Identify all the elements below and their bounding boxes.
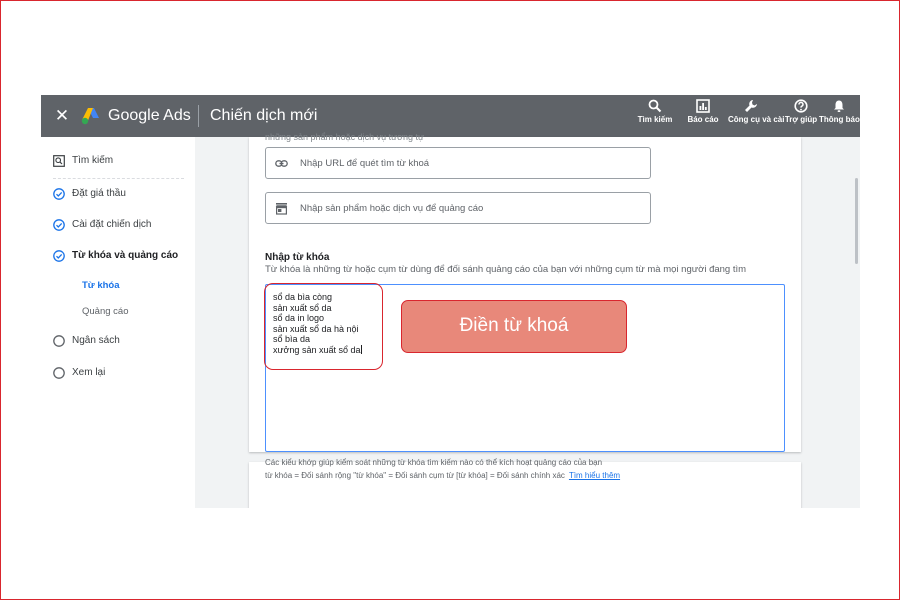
sidebar-subitem-keywords[interactable]: Từ khóa	[82, 279, 120, 293]
annotation-callout: Điền từ khoá	[401, 300, 627, 353]
help-icon	[794, 99, 808, 113]
sidebar-item-budget[interactable]: Ngân sách	[53, 333, 188, 349]
url-input[interactable]: Nhập URL để quét tìm từ khoá	[265, 147, 651, 179]
tool-tools-label: Công cụ và cài	[728, 115, 785, 124]
sidebar: Tìm kiếm Đặt giá thầu Cài đặt chiến dịch…	[41, 137, 195, 508]
empty-circle-icon	[53, 367, 65, 379]
bell-icon	[834, 100, 844, 112]
tool-help[interactable]: Trợ giúp	[778, 99, 824, 124]
top-bar: ✕ Google Ads Chiến dịch mới Tìm kiếm Báo…	[41, 95, 860, 137]
check-circle-icon	[53, 250, 65, 262]
search-icon	[648, 99, 662, 113]
check-circle-icon	[53, 188, 65, 200]
sidebar-item-keywords-and-ads[interactable]: Từ khóa và quảng cáo	[53, 248, 188, 264]
topbar-divider	[198, 105, 199, 127]
match-type-legend-text: từ khóa = Đối sánh rộng "từ khóa" = Đối …	[265, 471, 565, 480]
tool-search[interactable]: Tìm kiếm	[632, 99, 678, 124]
sidebar-item-bidding[interactable]: Đặt giá thầu	[53, 186, 188, 202]
sidebar-item-label: Tìm kiếm	[72, 155, 114, 166]
empty-circle-icon	[53, 335, 65, 347]
tool-search-label: Tìm kiếm	[637, 115, 673, 124]
sidebar-item-campaign-settings[interactable]: Cài đặt chiến dịch	[53, 217, 188, 233]
tool-notifications-label: Thông báo	[819, 115, 860, 124]
scrollbar[interactable]	[855, 178, 858, 264]
google-ads-logo	[81, 108, 99, 125]
sidebar-item-review[interactable]: Xem lại	[53, 365, 188, 381]
tool-reports[interactable]: Báo cáo	[680, 99, 726, 124]
report-icon	[696, 99, 710, 113]
keywords-highlight-box	[264, 283, 383, 370]
sidebar-item-label: Cài đặt chiến dịch	[72, 219, 152, 230]
tool-tools-settings[interactable]: Công cụ và cài	[728, 99, 785, 124]
sidebar-divider	[53, 178, 184, 179]
tool-reports-label: Báo cáo	[687, 115, 719, 124]
product-input[interactable]: Nhập sản phẩm hoặc dịch vụ để quảng cáo	[265, 192, 651, 224]
next-section-card	[249, 462, 801, 508]
tool-notifications[interactable]: Thông báo	[819, 99, 860, 124]
page-title: Chiến dịch mới	[210, 107, 318, 124]
match-type-help: Các kiểu khớp giúp kiểm soát những từ kh…	[265, 458, 603, 467]
close-icon[interactable]: ✕	[53, 106, 71, 126]
tool-help-label: Trợ giúp	[784, 115, 818, 124]
truncated-description: những sản phẩm hoặc dịch vụ tương tự	[265, 132, 425, 142]
store-icon	[275, 203, 288, 215]
sidebar-item-label: Từ khóa và quảng cáo	[72, 250, 179, 261]
sidebar-item-label: Ngân sách	[72, 335, 120, 346]
link-icon	[275, 160, 288, 167]
check-circle-icon	[53, 219, 65, 231]
product-input-placeholder: Nhập sản phẩm hoặc dịch vụ để quảng cáo	[300, 203, 484, 214]
url-input-placeholder: Nhập URL để quét tìm từ khoá	[300, 158, 430, 169]
keywords-section-description: Từ khóa là những từ hoặc cụm từ dùng để …	[265, 264, 747, 275]
sidebar-item-search[interactable]: Tìm kiếm	[53, 153, 188, 169]
sidebar-subitem-ads[interactable]: Quảng cáo	[82, 305, 128, 319]
keywords-section-title: Nhập từ khóa	[265, 252, 330, 263]
learn-more-link[interactable]: Tìm hiểu thêm	[569, 471, 620, 480]
match-type-legend: từ khóa = Đối sánh rộng "từ khóa" = Đối …	[265, 471, 620, 481]
sidebar-item-label: Đặt giá thầu	[72, 188, 126, 199]
brand-name: Google Ads	[108, 107, 191, 124]
wrench-icon	[745, 100, 757, 112]
sidebar-item-label: Xem lại	[72, 367, 106, 378]
search-box-icon	[53, 155, 65, 167]
